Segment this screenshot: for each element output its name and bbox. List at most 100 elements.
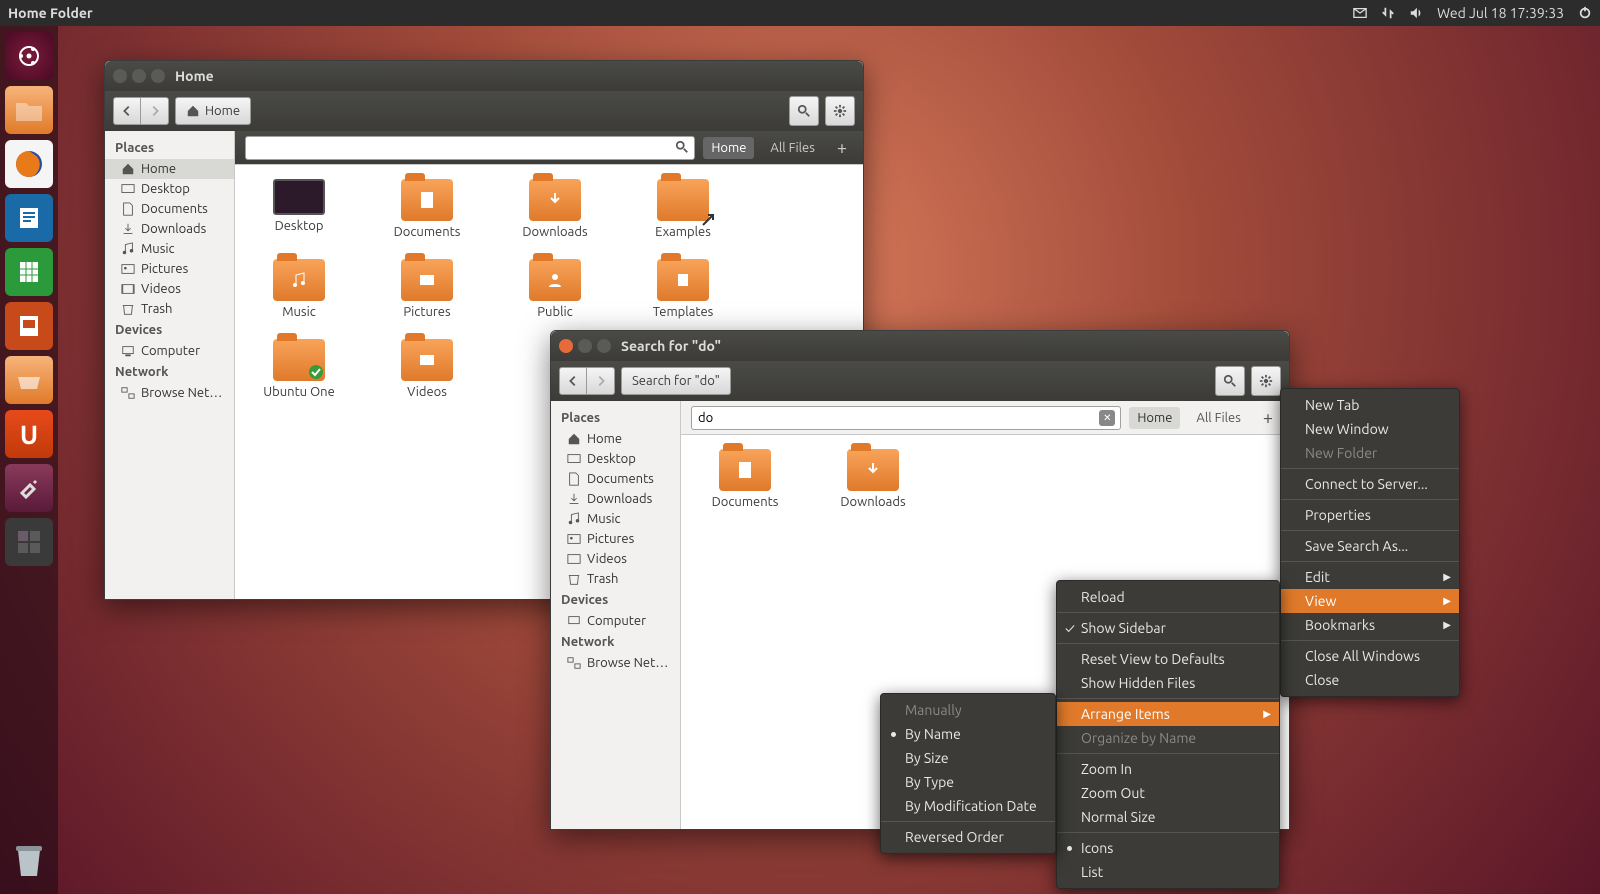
sidebar-item-browse-network[interactable]: Browse Net… (551, 653, 680, 673)
back-button[interactable] (113, 97, 141, 125)
forward-button[interactable] (141, 97, 169, 125)
sidebar-item-browse-network[interactable]: Browse Net… (105, 383, 234, 403)
menu-reload[interactable]: Reload (1057, 585, 1279, 609)
menu-arrange-by-mod-date[interactable]: By Modification Date (881, 794, 1055, 818)
sidebar-item-music[interactable]: Music (105, 239, 234, 259)
menu-icons-view[interactable]: Icons (1057, 836, 1279, 860)
maximize-icon[interactable] (151, 69, 165, 83)
titlebar[interactable]: Home (105, 61, 863, 91)
scope-all-files[interactable]: All Files (762, 137, 822, 159)
menu-new-tab[interactable]: New Tab (1281, 393, 1459, 417)
minimize-icon[interactable] (578, 339, 592, 353)
menu-properties[interactable]: Properties (1281, 503, 1459, 527)
firefox-icon[interactable] (5, 140, 53, 188)
menu-zoom-in[interactable]: Zoom In (1057, 757, 1279, 781)
search-input[interactable] (245, 136, 695, 160)
menu-close[interactable]: Close (1281, 668, 1459, 692)
menu-list-view[interactable]: List (1057, 860, 1279, 884)
sidebar-item-videos[interactable]: Videos (105, 279, 234, 299)
sidebar-item-desktop[interactable]: Desktop (105, 179, 234, 199)
menu-show-sidebar[interactable]: ✓Show Sidebar (1057, 616, 1279, 640)
minimize-icon[interactable] (132, 69, 146, 83)
sidebar-item-documents[interactable]: Documents (551, 469, 680, 489)
volume-indicator-icon[interactable] (1409, 6, 1423, 20)
software-center-icon[interactable] (5, 356, 53, 404)
libreoffice-writer-icon[interactable] (5, 194, 53, 242)
gear-button[interactable] (1251, 366, 1281, 396)
system-settings-icon[interactable] (5, 464, 53, 512)
menu-reset-view[interactable]: Reset View to Defaults (1057, 647, 1279, 671)
sidebar-item-home[interactable]: Home (105, 159, 234, 179)
menu-save-search[interactable]: Save Search As... (1281, 534, 1459, 558)
folder-desktop[interactable]: Desktop (249, 179, 349, 239)
folder-templates[interactable]: Templates (633, 259, 733, 319)
network-indicator-icon[interactable] (1381, 6, 1395, 20)
folder-documents[interactable]: Documents (377, 179, 477, 239)
folder-public[interactable]: Public (505, 259, 605, 319)
dash-icon[interactable] (5, 32, 53, 80)
search-button[interactable] (1215, 366, 1245, 396)
menu-edit[interactable]: Edit▶ (1281, 565, 1459, 589)
sidebar-item-downloads[interactable]: Downloads (551, 489, 680, 509)
sidebar-item-computer[interactable]: Computer (551, 611, 680, 631)
menu-reversed-order[interactable]: Reversed Order (881, 825, 1055, 849)
sidebar-item-desktop[interactable]: Desktop (551, 449, 680, 469)
scope-home[interactable]: Home (703, 137, 754, 159)
menu-view[interactable]: View▶ (1281, 589, 1459, 613)
sidebar-item-videos[interactable]: Videos (551, 549, 680, 569)
sidebar-item-trash[interactable]: Trash (551, 569, 680, 589)
folder-documents[interactable]: Documents (695, 449, 795, 509)
session-indicator-icon[interactable] (1578, 6, 1592, 20)
maximize-icon[interactable] (597, 339, 611, 353)
sidebar-item-pictures[interactable]: Pictures (551, 529, 680, 549)
menu-close-all[interactable]: Close All Windows (1281, 644, 1459, 668)
menu-arrange-by-type[interactable]: By Type (881, 770, 1055, 794)
folder-examples[interactable]: Examples (633, 179, 733, 239)
menubar-app-title[interactable]: Home Folder (8, 5, 93, 21)
folder-downloads[interactable]: Downloads (505, 179, 605, 239)
search-button[interactable] (789, 96, 819, 126)
search-input[interactable]: ✕ (691, 406, 1121, 430)
menu-zoom-out[interactable]: Zoom Out (1057, 781, 1279, 805)
menu-arrange-items[interactable]: Arrange Items▶ (1057, 702, 1279, 726)
scope-home[interactable]: Home (1129, 407, 1180, 429)
workspace-switcher-icon[interactable] (5, 518, 53, 566)
sidebar-item-trash[interactable]: Trash (105, 299, 234, 319)
sidebar-item-home[interactable]: Home (551, 429, 680, 449)
titlebar[interactable]: Search for "do" (551, 331, 1289, 361)
close-icon[interactable] (113, 69, 127, 83)
close-icon[interactable] (559, 339, 573, 353)
sidebar-item-documents[interactable]: Documents (105, 199, 234, 219)
files-icon[interactable] (5, 86, 53, 134)
add-scope-button[interactable]: + (1257, 408, 1279, 428)
back-button[interactable] (559, 367, 587, 395)
clear-search-icon[interactable]: ✕ (1099, 410, 1115, 426)
gear-button[interactable] (825, 96, 855, 126)
trash-icon[interactable] (5, 836, 53, 884)
forward-button[interactable] (587, 367, 615, 395)
libreoffice-calc-icon[interactable] (5, 248, 53, 296)
clock[interactable]: Wed Jul 18 17:39:33 (1437, 5, 1564, 21)
path-search-button[interactable]: Search for "do" (621, 367, 731, 395)
folder-music[interactable]: Music (249, 259, 349, 319)
menu-arrange-by-size[interactable]: By Size (881, 746, 1055, 770)
menu-arrange-by-name[interactable]: By Name (881, 722, 1055, 746)
menu-show-hidden[interactable]: Show Hidden Files (1057, 671, 1279, 695)
mail-indicator-icon[interactable] (1353, 6, 1367, 20)
scope-all-files[interactable]: All Files (1188, 407, 1248, 429)
menu-bookmarks[interactable]: Bookmarks▶ (1281, 613, 1459, 637)
folder-ubuntu-one[interactable]: Ubuntu One (249, 339, 349, 399)
ubuntu-one-icon[interactable]: U (5, 410, 53, 458)
folder-downloads[interactable]: Downloads (823, 449, 923, 509)
menu-new-window[interactable]: New Window (1281, 417, 1459, 441)
sidebar-item-computer[interactable]: Computer (105, 341, 234, 361)
menu-connect-server[interactable]: Connect to Server... (1281, 472, 1459, 496)
menu-normal-size[interactable]: Normal Size (1057, 805, 1279, 829)
path-home-button[interactable]: Home (175, 97, 251, 125)
sidebar-item-music[interactable]: Music (551, 509, 680, 529)
libreoffice-impress-icon[interactable] (5, 302, 53, 350)
sidebar-item-pictures[interactable]: Pictures (105, 259, 234, 279)
folder-videos[interactable]: Videos (377, 339, 477, 399)
folder-pictures[interactable]: Pictures (377, 259, 477, 319)
add-scope-button[interactable]: + (831, 138, 853, 158)
